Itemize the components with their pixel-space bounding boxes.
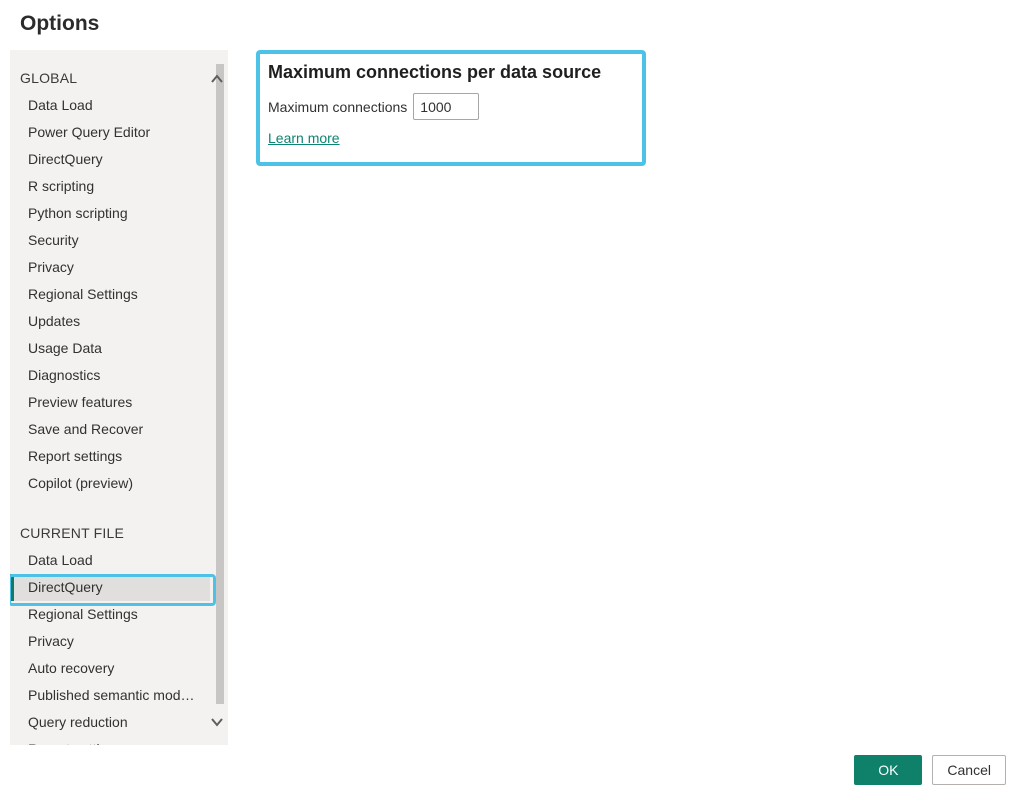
sidebar-item-privacy-file[interactable]: Privacy [10,628,210,655]
sidebar: GLOBAL Data Load Power Query Editor Dire… [10,50,228,745]
sidebar-item-privacy-global[interactable]: Privacy [10,254,210,281]
sidebar-item-save-and-recover[interactable]: Save and Recover [10,416,210,443]
dialog-title: Options [0,0,1024,44]
sidebar-item-copilot-preview[interactable]: Copilot (preview) [10,470,210,497]
sidebar-item-auto-recovery[interactable]: Auto recovery [10,655,210,682]
sidebar-item-regional-settings-global[interactable]: Regional Settings [10,281,210,308]
learn-more-link[interactable]: Learn more [268,130,340,146]
max-connections-label: Maximum connections [268,99,407,115]
sidebar-item-updates[interactable]: Updates [10,308,210,335]
ok-button[interactable]: OK [854,755,922,785]
sidebar-item-usage-data[interactable]: Usage Data [10,335,210,362]
sidebar-item-diagnostics[interactable]: Diagnostics [10,362,210,389]
sidebar-item-data-load[interactable]: Data Load [10,92,210,119]
sidebar-item-query-reduction[interactable]: Query reduction [10,709,210,736]
chevron-up-icon[interactable] [210,72,224,86]
dialog-footer: OK Cancel [854,755,1006,785]
section-title: Maximum connections per data source [268,62,632,83]
sidebar-scrollbar[interactable] [216,64,226,744]
sidebar-item-data-load-file[interactable]: Data Load [10,547,210,574]
current-file-header: CURRENT FILE [10,519,228,547]
sidebar-item-preview-features[interactable]: Preview features [10,389,210,416]
sidebar-item-regional-settings-file[interactable]: Regional Settings [10,601,210,628]
sidebar-item-report-settings-file[interactable]: Report settings [10,736,210,745]
sidebar-item-report-settings-global[interactable]: Report settings [10,443,210,470]
cancel-button[interactable]: Cancel [932,755,1006,785]
chevron-down-icon[interactable] [210,715,224,729]
sidebar-item-published-semantic-model[interactable]: Published semantic model set… [10,682,210,709]
max-connections-input[interactable] [413,93,479,120]
sidebar-item-python-scripting[interactable]: Python scripting [10,200,210,227]
sidebar-item-directquery-file[interactable]: DirectQuery [10,574,210,601]
sidebar-scrollbar-thumb[interactable] [216,64,224,704]
max-connections-section: Maximum connections per data source Maxi… [256,50,646,166]
sidebar-item-directquery-global[interactable]: DirectQuery [10,146,210,173]
sidebar-item-security[interactable]: Security [10,227,210,254]
sidebar-item-r-scripting[interactable]: R scripting [10,173,210,200]
content-area: GLOBAL Data Load Power Query Editor Dire… [10,50,1014,745]
sidebar-scroll[interactable]: GLOBAL Data Load Power Query Editor Dire… [10,64,228,745]
global-header: GLOBAL [10,64,228,92]
max-connections-row: Maximum connections [268,93,632,120]
main-panel: Maximum connections per data source Maxi… [228,50,1014,745]
sidebar-item-power-query-editor[interactable]: Power Query Editor [10,119,210,146]
